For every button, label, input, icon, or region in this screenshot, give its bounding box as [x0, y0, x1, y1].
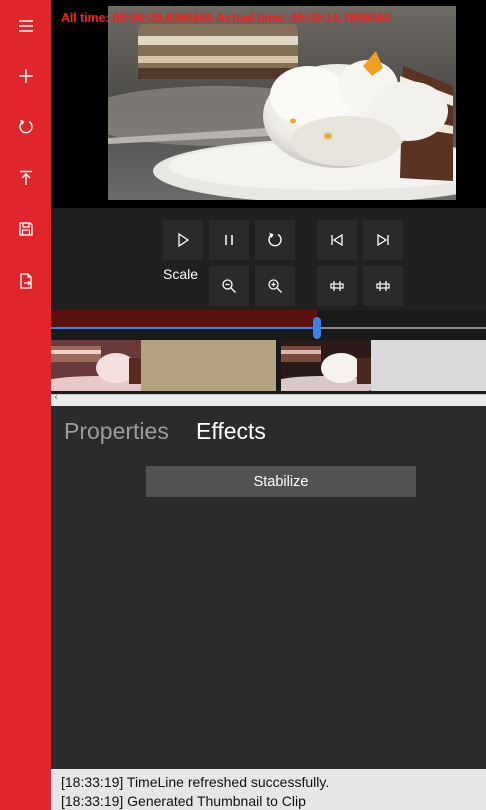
- effects-panel: Properties Effects Stabilize: [51, 406, 486, 769]
- skip-to-end-icon: [377, 233, 389, 247]
- trim-right-button[interactable]: [363, 266, 403, 306]
- play-icon: [178, 232, 190, 248]
- clip-blank-light[interactable]: [371, 340, 486, 391]
- replay-icon: [268, 232, 282, 247]
- plus-icon: [18, 69, 33, 83]
- timeline-progress-line: [51, 327, 317, 329]
- playhead-handle[interactable]: [313, 317, 321, 339]
- pause-icon: [225, 235, 233, 245]
- zoom-in-button[interactable]: [255, 266, 295, 306]
- trim-left-icon: [330, 281, 344, 291]
- menu-button[interactable]: [0, 4, 51, 48]
- trim-left-button[interactable]: [317, 266, 357, 306]
- skip-to-start-button[interactable]: [317, 220, 357, 260]
- sidebar: [0, 0, 51, 810]
- zoom-out-button[interactable]: [209, 266, 249, 306]
- refresh-button[interactable]: [0, 105, 51, 149]
- export-button[interactable]: [0, 259, 51, 303]
- refresh-icon: [18, 119, 33, 134]
- cake-thumbnail-dark: [281, 340, 371, 391]
- main-area: All time: 00:00:29.0986666 Actual time: …: [51, 0, 486, 810]
- video-preview: All time: 00:00:29.0986666 Actual time: …: [51, 0, 486, 208]
- tab-properties[interactable]: Properties: [64, 418, 169, 445]
- log-line: [18:33:19] Generated Thumbnail to Clip: [61, 793, 306, 809]
- clip-blank-khaki[interactable]: [141, 340, 276, 391]
- add-button[interactable]: [0, 54, 51, 98]
- pause-button[interactable]: [209, 220, 249, 260]
- stabilize-button[interactable]: Stabilize: [146, 466, 416, 497]
- play-button[interactable]: [163, 220, 203, 260]
- time-readout: All time: 00:00:29.0986666 Actual time: …: [61, 11, 391, 25]
- timeline-elapsed-region: [51, 310, 317, 328]
- clip-thumbnail[interactable]: [51, 340, 141, 391]
- video-frame-image: [108, 6, 456, 200]
- tab-effects[interactable]: Effects: [196, 418, 266, 445]
- upload-button[interactable]: [0, 156, 51, 200]
- skip-to-start-icon: [331, 233, 343, 247]
- trim-right-icon: [376, 281, 390, 291]
- timeline[interactable]: [51, 310, 486, 394]
- save-icon: [18, 222, 33, 236]
- scale-label: Scale: [163, 266, 199, 282]
- hamburger-menu-icon: [18, 20, 33, 32]
- cake-thumbnail-reddish: [51, 340, 141, 391]
- scroll-left-icon[interactable]: ‹: [54, 392, 58, 403]
- zoom-in-icon: [268, 279, 282, 293]
- upload-icon: [19, 170, 32, 185]
- export-document-icon: [19, 273, 32, 289]
- zoom-out-icon: [222, 279, 236, 293]
- replay-button[interactable]: [255, 220, 295, 260]
- clip-thumbnail-dark[interactable]: [281, 340, 371, 391]
- video-frame[interactable]: [108, 6, 456, 200]
- log-output: [18:33:19] TimeLine refreshed successful…: [51, 769, 486, 810]
- timeline-remaining-line: [317, 327, 486, 329]
- log-line: [18:33:19] TimeLine refreshed successful…: [61, 774, 330, 790]
- save-button[interactable]: [0, 207, 51, 251]
- playback-controls: Scale: [51, 208, 486, 310]
- skip-to-end-button[interactable]: [363, 220, 403, 260]
